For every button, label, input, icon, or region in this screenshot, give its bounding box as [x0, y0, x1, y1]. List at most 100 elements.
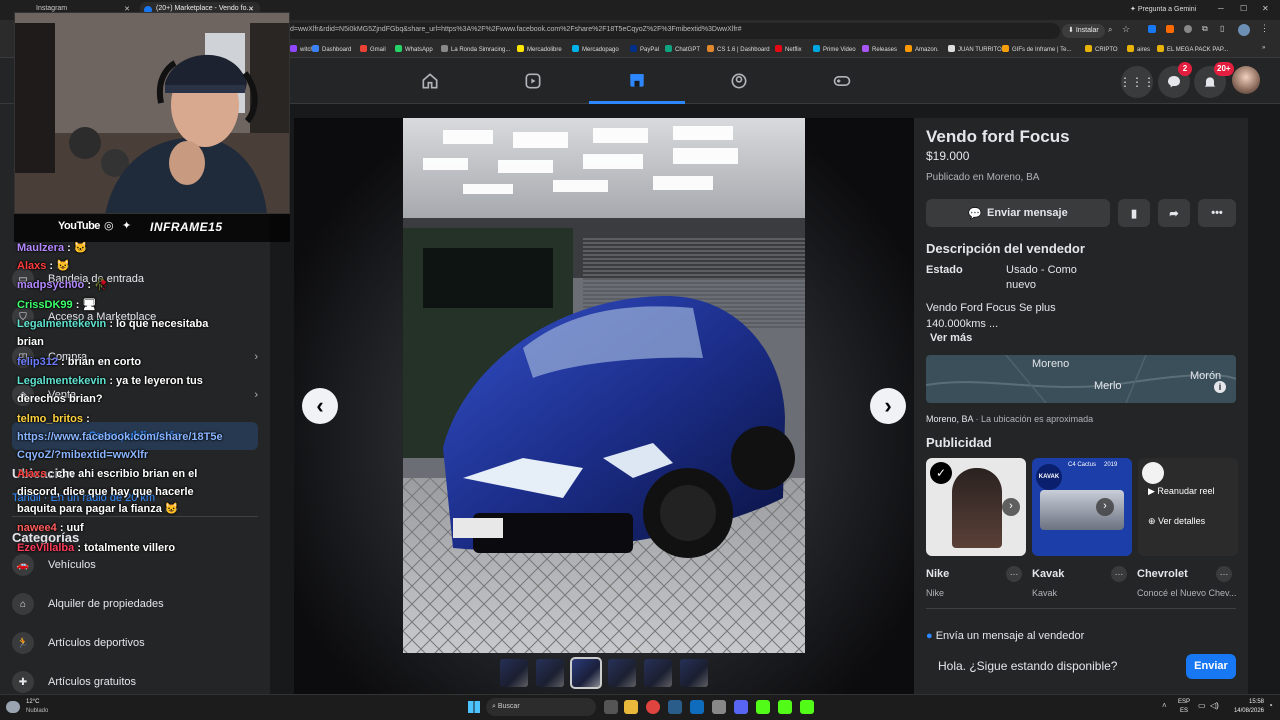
category-sports[interactable]: 🏃 Artículos deportivos — [12, 628, 145, 658]
bookmark-item[interactable]: Prime Video — [813, 45, 856, 53]
clock[interactable]: 15:58 14/08/2026 — [1226, 698, 1264, 716]
ad-more-button[interactable]: … — [1006, 566, 1022, 582]
app-icon[interactable] — [690, 700, 704, 714]
app-icon[interactable] — [712, 700, 726, 714]
bookmark-item[interactable]: Releases — [862, 45, 897, 53]
bookmark-label: Dashboard — [322, 47, 352, 53]
ad-name[interactable]: Kavak — [1032, 568, 1064, 580]
category-free[interactable]: ✚ Artículos gratuitos — [12, 667, 136, 697]
bookmark-item[interactable]: EL MEGA PACK PAP... — [1157, 45, 1228, 53]
nav-marketplace[interactable] — [589, 58, 685, 104]
photo-thumbnail[interactable] — [570, 657, 602, 689]
photo-thumbnail[interactable] — [608, 659, 636, 687]
taskbar-search[interactable]: ⌕ Buscar — [486, 698, 596, 716]
map-label: Moreno — [1032, 358, 1070, 370]
ad-card-nike[interactable]: ✓ › — [926, 458, 1026, 556]
profile-avatar[interactable] — [1232, 66, 1260, 94]
bookmark-item[interactable]: witch — [290, 45, 314, 53]
bookmark-item[interactable]: WhatsApp — [395, 45, 433, 53]
bookmark-item[interactable]: Netflix — [775, 45, 802, 53]
star-icon[interactable]: ☆ — [1122, 24, 1130, 35]
steam-icon[interactable] — [668, 700, 682, 714]
photo-thumbnail[interactable] — [536, 659, 564, 687]
bookmark-label: Mercadolibre — [527, 47, 562, 53]
location-map[interactable]: Moreno Merlo Morón i — [926, 355, 1236, 403]
bookmark-item[interactable]: CS 1.6 | Dashboard — [707, 45, 770, 53]
send-message-button[interactable]: 💬 Enviar mensaje — [926, 199, 1110, 227]
info-icon[interactable]: i — [1214, 381, 1226, 393]
minimize-icon[interactable]: ─ — [1218, 4, 1224, 13]
menu-grid-button[interactable]: ⋮⋮⋮ — [1119, 66, 1155, 98]
volume-icon[interactable]: ◁) — [1210, 701, 1219, 710]
previous-photo-button[interactable]: ‹ — [302, 388, 338, 424]
menu-icon[interactable]: ⋮ — [1260, 23, 1269, 34]
kick-icon[interactable] — [756, 700, 770, 714]
bookmark-item[interactable]: JUAN TURRITO — [948, 45, 1002, 53]
gemini-button[interactable]: ✦ Pregunta a Gemini — [1130, 5, 1196, 13]
next-photo-button[interactable]: › — [870, 388, 906, 424]
extensions-puzzle-icon[interactable]: ⧉ — [1202, 24, 1208, 34]
bookmark-item[interactable]: aires — [1127, 45, 1150, 53]
bookmark-item[interactable]: ChatGPT — [665, 45, 700, 53]
notification-bell-icon[interactable]: ◔ — [1268, 701, 1273, 710]
photo-thumbnail[interactable] — [680, 659, 708, 687]
kick-icon[interactable] — [800, 700, 814, 714]
ad-card-chevrolet[interactable]: ▶ Reanudar reel ⊕ Ver detalles — [1138, 458, 1238, 556]
language-indicator[interactable]: ESP ES — [1178, 698, 1190, 716]
ad-name[interactable]: Chevrolet — [1137, 568, 1188, 580]
zoom-icon[interactable]: ⌕ — [1108, 25, 1112, 35]
extension-icon[interactable] — [1148, 25, 1156, 33]
nav-video[interactable] — [485, 58, 581, 104]
start-icon[interactable] — [468, 701, 480, 713]
category-rentals[interactable]: ⌂ Alquiler de propiedades — [12, 589, 164, 619]
weather-icon[interactable] — [6, 701, 20, 713]
youtube-label: YouTube — [58, 220, 100, 232]
carousel-next-icon[interactable]: › — [1002, 498, 1020, 516]
replay-reel-button[interactable]: ▶ Reanudar reel — [1148, 486, 1214, 497]
task-view-icon[interactable] — [604, 700, 618, 714]
bookmarks-overflow-icon[interactable]: » — [1262, 45, 1265, 51]
bookmark-item[interactable]: Gmail — [360, 45, 386, 53]
install-button[interactable]: ⬇ Instalar — [1062, 24, 1105, 38]
listing-photo[interactable] — [403, 118, 805, 653]
bookmark-item[interactable]: GIFs de Inframe | Te... — [1002, 45, 1071, 53]
share-button[interactable]: ➦ — [1158, 199, 1190, 227]
ad-sub: Conocé el Nuevo Chev... — [1137, 588, 1237, 598]
sidepanel-icon[interactable]: ▯ — [1220, 24, 1224, 33]
photo-thumbnail[interactable] — [500, 659, 528, 687]
ad-name[interactable]: Nike — [926, 568, 949, 580]
discord-icon[interactable] — [734, 700, 748, 714]
nav-gaming[interactable] — [794, 58, 890, 104]
file-explorer-icon[interactable] — [624, 700, 638, 714]
ad-more-button[interactable]: … — [1111, 566, 1127, 582]
bookmark-item[interactable]: Mercadopago — [572, 45, 619, 53]
chrome-icon[interactable] — [646, 700, 660, 714]
kick-icon[interactable] — [778, 700, 792, 714]
tray-chevron-icon[interactable]: ˄ — [1162, 701, 1167, 710]
chat-text: : uuf — [59, 522, 84, 534]
see-details-button[interactable]: ⊕ Ver detalles — [1148, 516, 1205, 527]
bookmark-item[interactable]: La Ronda Simracing... — [441, 45, 510, 53]
window-close-icon[interactable]: ✕ — [1262, 4, 1269, 13]
maximize-icon[interactable]: ☐ — [1240, 4, 1247, 13]
extension-icon[interactable] — [1166, 25, 1174, 33]
save-button[interactable]: ▮ — [1118, 199, 1150, 227]
nav-groups[interactable] — [691, 58, 787, 104]
network-icon[interactable]: ▭ — [1198, 701, 1206, 710]
bookmark-item[interactable]: Amazon. — [905, 45, 939, 53]
more-options-button[interactable]: ••• — [1198, 199, 1236, 227]
extension-icon[interactable] — [1184, 25, 1192, 33]
send-button[interactable]: Enviar — [1186, 654, 1236, 679]
carousel-next-icon[interactable]: › — [1096, 498, 1114, 516]
bookmark-item[interactable]: CRIPTO — [1085, 45, 1118, 53]
profile-avatar[interactable] — [1238, 24, 1250, 36]
nav-home[interactable] — [382, 58, 478, 104]
ad-more-button[interactable]: … — [1216, 566, 1232, 582]
bookmark-item[interactable]: PayPal — [630, 45, 659, 53]
bookmark-item[interactable]: Mercadolibre — [517, 45, 562, 53]
photo-thumbnail[interactable] — [644, 659, 672, 687]
see-more-link[interactable]: Ver más — [930, 332, 972, 344]
ad-card-kavak[interactable]: KAVAK C4 Cactus 2019 › — [1032, 458, 1132, 556]
bookmark-item[interactable]: Dashboard — [312, 45, 351, 53]
message-input[interactable]: Hola. ¿Sigue estando disponible? — [926, 652, 1176, 680]
